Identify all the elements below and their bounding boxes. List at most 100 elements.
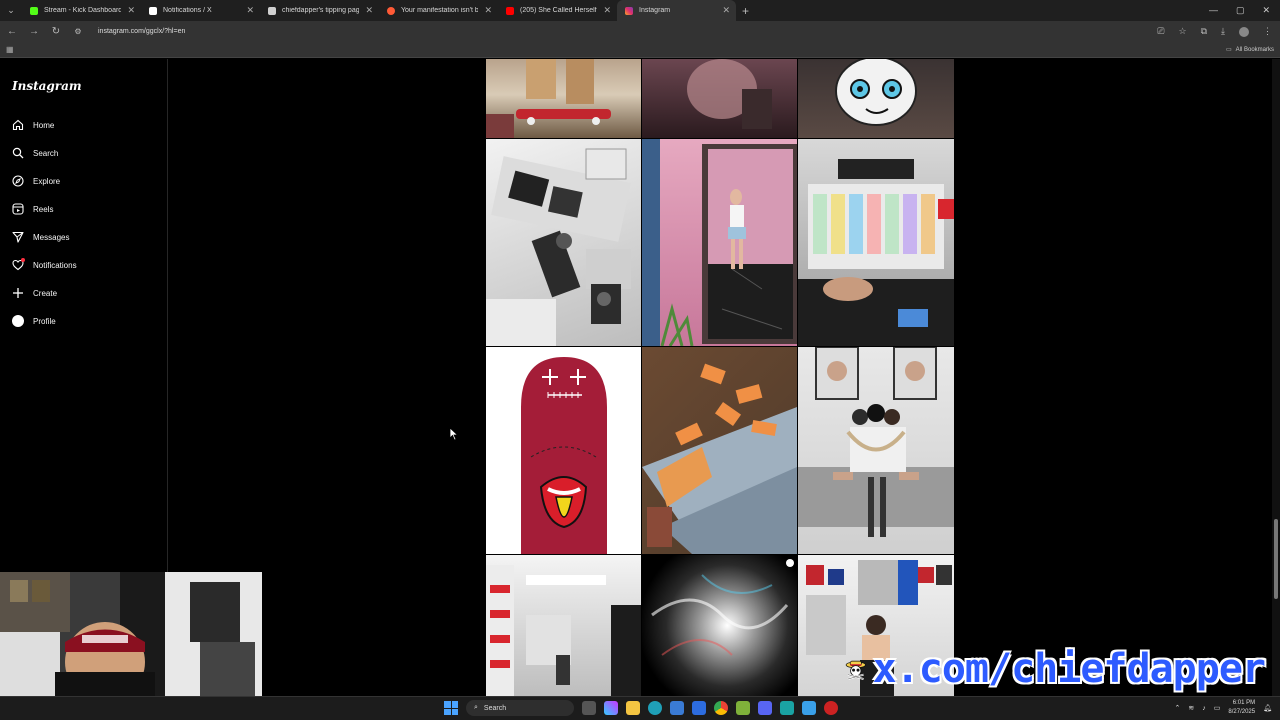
minimize-icon[interactable]: — <box>1209 5 1218 16</box>
more-menu-icon[interactable]: ⋮ <box>1263 26 1272 37</box>
wifi-icon[interactable]: ≋ <box>1188 704 1194 712</box>
window-controls: — ▢ ✕ <box>1209 5 1280 16</box>
nav-item-explore[interactable]: Explore <box>12 175 60 187</box>
nav-item-create[interactable]: Create <box>12 287 57 299</box>
post-thumbnail[interactable] <box>486 139 641 346</box>
heart-icon <box>12 258 25 271</box>
close-tab-icon[interactable]: ✕ <box>484 5 492 16</box>
nav-item-profile[interactable]: Profile <box>12 315 56 327</box>
app-icon[interactable] <box>780 701 794 715</box>
nav-item-messages[interactable]: Messages <box>12 231 69 243</box>
clock-date: 8/27/2025 <box>1228 709 1256 715</box>
address-bar[interactable]: instagram.com/ggclx/?hl=en <box>98 28 185 35</box>
app-icon[interactable] <box>692 701 706 715</box>
windows-start-icon[interactable] <box>444 701 458 715</box>
webcam-overlay <box>0 572 262 696</box>
browser-tab[interactable]: Stream - Kick Dashboard ✕ <box>22 0 141 21</box>
plus-icon <box>12 287 24 299</box>
downloads-icon[interactable]: ⤓ <box>1221 26 1225 37</box>
tab-title: Stream - Kick Dashboard <box>44 7 122 14</box>
task-view-icon[interactable] <box>582 701 596 715</box>
post-thumbnail[interactable] <box>486 59 641 138</box>
instagram-sidebar: Instagram Home Search Explore Reels Mess… <box>0 59 168 572</box>
post-thumbnail[interactable] <box>486 347 641 554</box>
forward-icon[interactable]: → <box>28 26 40 37</box>
file-explorer-icon[interactable] <box>626 701 640 715</box>
post-thumbnail[interactable] <box>642 347 797 554</box>
close-tab-icon[interactable]: ✕ <box>603 5 611 16</box>
instagram-logo[interactable]: Instagram <box>12 79 82 93</box>
youtube-favicon-icon <box>506 6 514 15</box>
close-tab-icon[interactable]: ✕ <box>365 5 373 16</box>
notification-bell-icon[interactable]: 🔔︎ <box>1263 704 1272 712</box>
apps-grid-icon[interactable]: ▦ <box>6 45 14 54</box>
system-clock[interactable]: 6:01 PM 8/27/2025 <box>1228 699 1255 717</box>
post-thumbnail[interactable] <box>798 347 954 554</box>
notification-dot-icon <box>21 258 25 262</box>
system-tray: ⌃ ≋ ♪ ▭ 6:01 PM 8/27/2025 🔔︎ <box>1175 699 1272 717</box>
cast-icon[interactable]: ⎚ <box>1157 26 1164 37</box>
search-icon <box>12 147 24 159</box>
post-thumbnail[interactable] <box>798 139 954 346</box>
nav-label: Reels <box>33 204 54 214</box>
page-scrollbar[interactable] <box>1272 59 1280 696</box>
post-thumbnail[interactable] <box>642 139 797 346</box>
volume-icon[interactable]: ♪ <box>1202 705 1206 712</box>
maximize-icon[interactable]: ▢ <box>1236 5 1245 16</box>
all-bookmarks-button[interactable]: ▭ All Bookmarks <box>1225 46 1274 54</box>
browser-tab[interactable]: chiefdapper's tipping page ✕ <box>260 0 379 21</box>
obs-icon[interactable] <box>824 701 838 715</box>
post-thumbnail[interactable] <box>486 555 641 696</box>
close-tab-icon[interactable]: ✕ <box>127 5 135 16</box>
toolbar-actions: ⎚ ☆ ⧉ ⤓ ⋮ <box>1157 26 1280 37</box>
discord-icon[interactable] <box>758 701 772 715</box>
post-thumbnail[interactable] <box>798 59 954 138</box>
windows-taskbar: ⌕ Search ⌃ ≋ ♪ ▭ 6:01 PM 8/27/2025 🔔︎ <box>0 696 1280 720</box>
folder-icon: ▭ <box>1225 47 1232 53</box>
close-window-icon[interactable]: ✕ <box>1262 5 1270 16</box>
profile-avatar-icon[interactable] <box>1239 26 1249 37</box>
copilot-icon[interactable] <box>604 701 618 715</box>
taskbar-search[interactable]: ⌕ Search <box>466 700 574 716</box>
extensions-icon[interactable]: ⧉ <box>1201 26 1207 37</box>
scrollbar-thumb[interactable] <box>1274 519 1278 599</box>
reels-icon <box>12 203 24 215</box>
new-tab-button[interactable]: + <box>736 4 755 18</box>
nav-item-home[interactable]: Home <box>12 119 54 131</box>
tab-title: (205) She Called Herself A 10... <box>520 7 597 14</box>
home-icon <box>12 119 24 131</box>
store-icon[interactable] <box>670 701 684 715</box>
bookmarks-bar: ▦ ▭ All Bookmarks <box>0 42 1280 58</box>
close-tab-icon[interactable]: ✕ <box>722 5 730 16</box>
nav-item-notifications[interactable]: Notifications <box>12 258 77 271</box>
tab-title: chiefdapper's tipping page <box>282 7 360 14</box>
browser-toolbar: ← → ↻ ⚙ instagram.com/ggclx/?hl=en ⎚ ☆ ⧉… <box>0 21 1280 42</box>
battery-icon[interactable]: ▭ <box>1214 704 1221 712</box>
notepad-icon[interactable] <box>802 701 816 715</box>
nav-label: Explore <box>33 176 61 186</box>
kick-favicon-icon <box>30 6 38 15</box>
back-icon[interactable]: ← <box>6 26 18 37</box>
messenger-icon <box>12 231 24 243</box>
tab-search-icon[interactable]: ⌄ <box>0 0 22 21</box>
instagram-favicon-icon <box>625 6 633 15</box>
app-icon[interactable] <box>736 701 750 715</box>
skull-straw-hat-icon <box>845 660 866 680</box>
close-tab-icon[interactable]: ✕ <box>246 5 254 16</box>
site-info-icon[interactable]: ⚙ <box>72 27 84 36</box>
nav-item-search[interactable]: Search <box>12 147 58 159</box>
browser-tab[interactable]: Notifications / X ✕ <box>141 0 260 21</box>
browser-tab[interactable]: (205) She Called Herself A 10... ✕ <box>498 0 617 21</box>
post-thumbnail[interactable] <box>642 59 797 138</box>
chevron-up-icon[interactable]: ⌃ <box>1175 704 1181 712</box>
browser-tab[interactable]: Your manifestation isn't being i ✕ <box>379 0 498 21</box>
post-thumbnail[interactable] <box>642 555 797 696</box>
edge-icon[interactable] <box>648 701 662 715</box>
nav-label: Home <box>33 120 55 130</box>
browser-tab-active[interactable]: Instagram ✕ <box>617 0 736 21</box>
chrome-icon[interactable] <box>714 701 728 715</box>
bookmark-star-icon[interactable]: ☆ <box>1179 26 1187 37</box>
nav-item-reels[interactable]: Reels <box>12 203 53 215</box>
stream-watermark: x.com/chiefdapper <box>845 640 1266 698</box>
reload-icon[interactable]: ↻ <box>50 26 62 37</box>
